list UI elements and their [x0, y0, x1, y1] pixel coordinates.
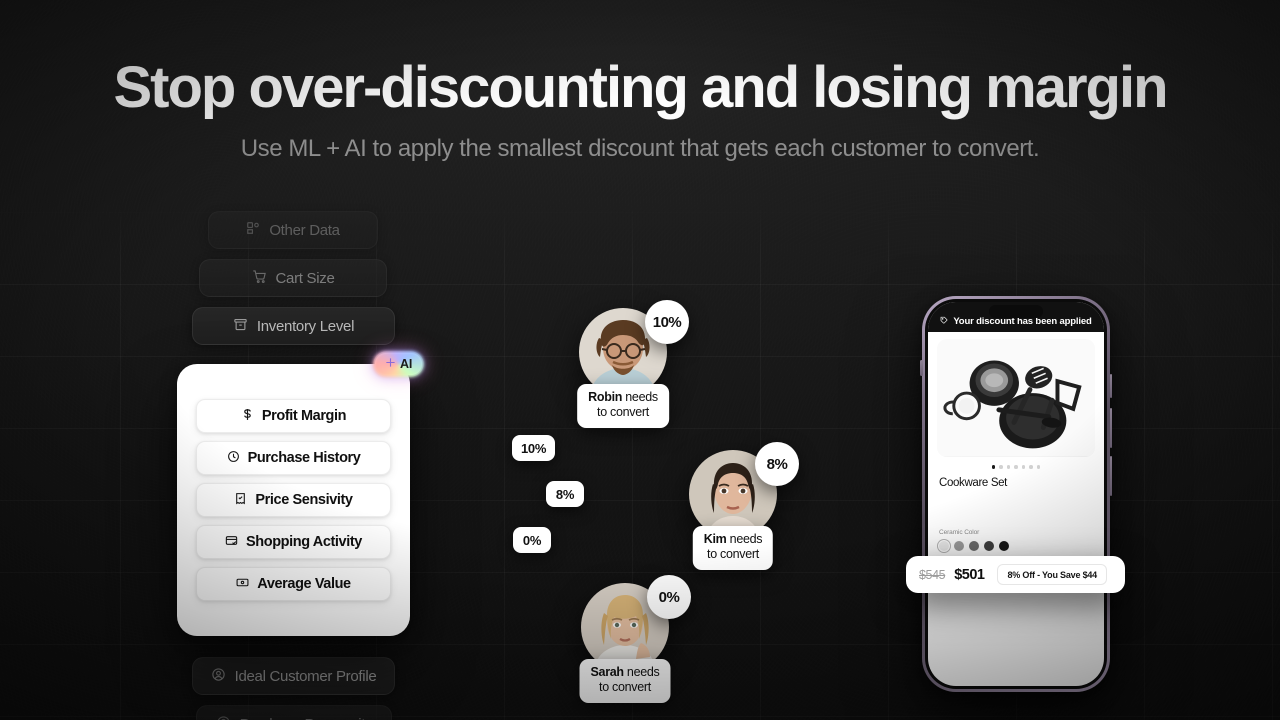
credit-card-icon	[225, 534, 238, 551]
phone-screen: Your discount has been applied Cookware …	[928, 302, 1104, 686]
sparkle-icon	[385, 357, 396, 371]
signal-label: Purchase History	[247, 450, 361, 466]
banknote-icon	[236, 576, 249, 593]
discount-pill-10: 10%	[512, 435, 556, 461]
persona-name: Sarah	[590, 665, 625, 679]
savings-badge: 8% Off - You Save $44	[997, 564, 1107, 585]
swatch-list	[939, 540, 1093, 551]
persona-label: Kim needs to convert	[692, 526, 774, 570]
phone-volume-down-button[interactable]	[1109, 408, 1112, 448]
tag-icon	[940, 316, 948, 327]
carousel-dots[interactable]	[937, 457, 1095, 469]
color-swatch[interactable]	[999, 540, 1009, 551]
hero-header: Stop over-discounting and losing margin …	[0, 0, 1280, 163]
chip-label: Other Data	[269, 221, 340, 239]
signal-row-average-value[interactable]: Average Value	[196, 567, 391, 601]
color-selector: Ceramic Color	[928, 489, 1104, 551]
persona-suffix: needs	[622, 390, 658, 404]
persona-sarah: 0% Sarah needs to convert	[579, 575, 691, 703]
chip-label: Ideal Customer Profile	[234, 667, 377, 685]
shopping-cart-icon	[252, 269, 267, 288]
product-section	[928, 332, 1104, 469]
chip-other-data[interactable]: Other Data	[208, 211, 378, 249]
user-circle-icon	[211, 667, 226, 686]
phone-volume-up-button[interactable]	[1109, 374, 1112, 398]
persona-suffix: needs	[726, 532, 763, 546]
signal-row-shopping-activity[interactable]: Shopping Activity	[196, 525, 391, 559]
persona-kim: 8% Kim needs to convert	[689, 442, 799, 570]
phone-notch	[989, 305, 1043, 318]
phone-mute-switch[interactable]	[920, 360, 923, 376]
dollar-icon	[241, 408, 254, 425]
persona-robin: 10% Robin needs to convert	[577, 300, 689, 428]
color-swatch[interactable]	[954, 540, 964, 551]
price-card: $545 $501 8% Off - You Save $44	[906, 556, 1125, 593]
discounted-price: $501	[954, 566, 985, 583]
ai-badge-label: AI	[400, 357, 413, 371]
signal-label: Price Sensivity	[255, 492, 353, 508]
persona-name: Kim	[703, 532, 727, 546]
phone-mockup: Your discount has been applied Cookware …	[920, 296, 1112, 692]
color-swatch[interactable]	[984, 540, 994, 551]
persona-discount-badge: 10%	[645, 300, 689, 344]
persona-line2: to convert	[599, 680, 651, 695]
persona-suffix: needs	[623, 665, 660, 679]
chip-purchase-propensity[interactable]: Purchase Propensity	[196, 705, 392, 720]
user-circle-icon	[216, 715, 231, 720]
product-image[interactable]	[937, 339, 1095, 457]
chip-label: Purchase Propensity	[240, 716, 373, 720]
persona-label: Robin needs to convert	[577, 384, 669, 428]
clock-icon	[227, 450, 240, 467]
page-subtitle: Use ML + AI to apply the smallest discou…	[240, 135, 1040, 163]
archive-box-icon	[233, 317, 248, 336]
chart-data-icon	[246, 221, 260, 239]
color-swatch[interactable]	[969, 540, 979, 551]
product-title: Cookware Set	[939, 476, 1008, 489]
phone-power-button[interactable]	[1109, 456, 1112, 496]
signal-label: Average Value	[257, 576, 351, 592]
persona-line2: to convert	[597, 405, 649, 420]
original-price: $545	[919, 567, 946, 582]
phone-bezel: Your discount has been applied Cookware …	[925, 299, 1107, 689]
chip-inventory-level[interactable]: Inventory Level	[192, 307, 395, 345]
persona-line2: to convert	[707, 547, 759, 562]
color-label: Ceramic Color	[939, 528, 980, 536]
page-title: Stop over-discounting and losing margin	[113, 55, 1168, 120]
signal-row-profit-margin[interactable]: Profit Margin	[196, 399, 391, 433]
receipt-check-icon	[234, 492, 247, 509]
persona-name: Robin	[588, 390, 623, 404]
persona-discount-badge: 8%	[755, 442, 799, 486]
discount-pill-8: 8%	[546, 481, 584, 507]
persona-label: Sarah needs to convert	[579, 659, 671, 703]
signal-label: Profit Margin	[261, 408, 347, 424]
chip-cart-size[interactable]: Cart Size	[199, 259, 387, 297]
ai-signals-card: Profit Margin Purchase History Price Sen…	[177, 364, 410, 636]
signal-label: Shopping Activity	[246, 534, 362, 550]
signal-row-purchase-history[interactable]: Purchase History	[196, 441, 391, 475]
chip-label: Cart Size	[275, 269, 335, 287]
persona-discount-badge: 0%	[647, 575, 691, 619]
discount-pill-0: 0%	[513, 527, 551, 553]
ai-badge[interactable]: AI	[375, 353, 423, 375]
chip-ideal-customer-profile[interactable]: Ideal Customer Profile	[192, 657, 395, 695]
chip-label: Inventory Level	[256, 317, 355, 335]
signal-row-price-sensivity[interactable]: Price Sensivity	[196, 483, 391, 517]
color-swatch[interactable]	[939, 540, 949, 551]
